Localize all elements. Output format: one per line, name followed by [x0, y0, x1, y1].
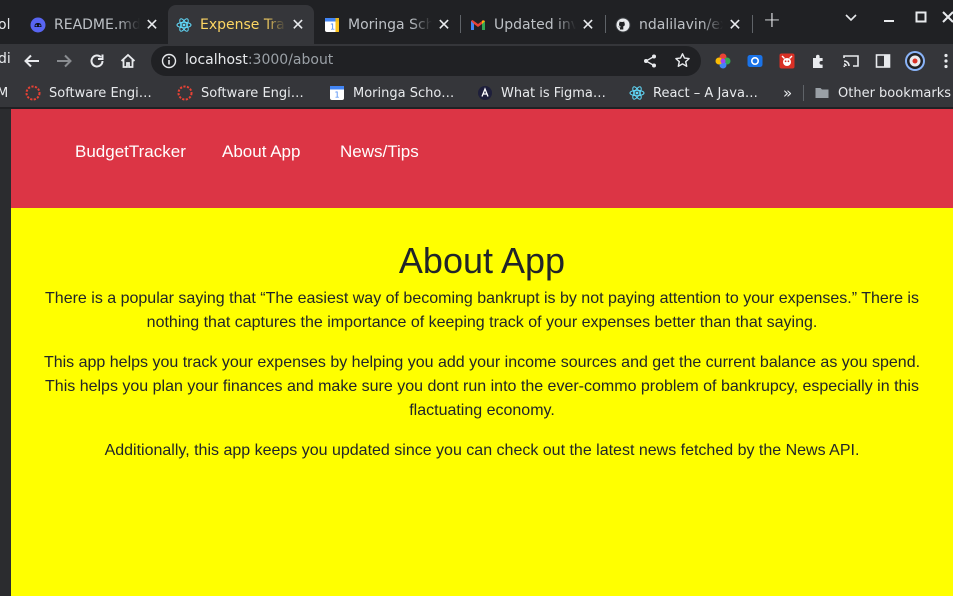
- maximize-window-icon[interactable]: [909, 10, 933, 28]
- other-bookmarks-folder[interactable]: Other bookmarks: [814, 84, 951, 102]
- side-panel-icon[interactable]: [874, 52, 892, 70]
- url-text[interactable]: localhost:3000/about: [185, 52, 333, 68]
- new-tab-button[interactable]: +: [760, 8, 784, 33]
- tab-moringa[interactable]: 1 Moringa School ✕: [316, 5, 460, 44]
- web-page: BudgetTracker About App News/Tips About …: [11, 109, 953, 596]
- calendar-icon: 1: [329, 85, 345, 101]
- bookmark-partial-left[interactable]: M: [0, 84, 8, 102]
- calendar-icon: 1: [324, 17, 340, 33]
- tab-title: ndalilavin/expense: [639, 16, 723, 33]
- tab-title: README.md: [54, 16, 140, 33]
- bookmark-label: What is Figma…: [501, 85, 606, 101]
- tab-title: Expense Tracker: [200, 16, 286, 33]
- home-icon[interactable]: [116, 49, 140, 73]
- close-tab-icon[interactable]: ✕: [144, 15, 160, 34]
- url-path: :3000/about: [247, 52, 334, 68]
- url-host: localhost: [185, 52, 248, 68]
- other-bookmarks-label: Other bookmarks: [838, 85, 952, 101]
- bookmark-star-icon[interactable]: [674, 52, 691, 73]
- nav-brand-link[interactable]: BudgetTracker: [75, 142, 186, 162]
- bookmarks-overflow-chevron[interactable]: »: [783, 84, 792, 102]
- cast-icon[interactable]: [842, 52, 860, 70]
- close-tab-icon[interactable]: ✕: [727, 15, 743, 34]
- tab-separator: [605, 15, 606, 33]
- bookmark-label: Software Engi…: [49, 85, 152, 101]
- github-icon: [615, 17, 631, 33]
- tab-title: Moringa School: [348, 16, 432, 33]
- bookmark-react[interactable]: React – A Java…: [629, 84, 758, 102]
- svg-text:1: 1: [330, 22, 335, 31]
- about-paragraph-3: Additionally, this app keeps you updated…: [104, 442, 860, 459]
- tab-separator: [752, 15, 753, 33]
- svg-text:1: 1: [335, 91, 340, 100]
- tab-partial-left[interactable]: ol: [0, 5, 12, 44]
- site-info-icon[interactable]: [161, 53, 177, 69]
- tab-title: Updated invite: [494, 16, 576, 33]
- tab-search-chevron-icon[interactable]: [839, 10, 863, 28]
- profile-avatar[interactable]: [904, 50, 926, 72]
- minimize-window-icon[interactable]: [877, 10, 901, 28]
- page-title: About App: [398, 240, 566, 281]
- tab-strip: ol README.md ✕ Expense Tracker ✕ 1 Morin…: [0, 0, 953, 44]
- react-icon: [629, 85, 645, 101]
- browser-menu-icon[interactable]: [939, 52, 953, 70]
- address-bar[interactable]: localhost:3000/about: [151, 46, 701, 76]
- close-window-icon[interactable]: [936, 10, 953, 28]
- bookmark-what-is-figma[interactable]: What is Figma…: [477, 84, 606, 102]
- back-arrow-icon[interactable]: [20, 49, 44, 73]
- gmail-icon: [470, 17, 486, 33]
- screen-capture-extension-icon[interactable]: [746, 52, 764, 70]
- bookmark-label: Software Engi…: [201, 85, 304, 101]
- bookmark-moringa-school[interactable]: 1 Moringa Scho…: [329, 84, 454, 102]
- about-paragraph-1: There is a popular saying that “The easi…: [45, 290, 919, 331]
- bookmark-software-engineering-2[interactable]: Software Engi…: [177, 84, 304, 102]
- tab-separator: [460, 15, 461, 33]
- moringa-icon: [25, 85, 41, 101]
- close-tab-icon[interactable]: ✕: [436, 15, 452, 34]
- bug-extension-icon[interactable]: [778, 52, 796, 70]
- figma-academy-icon: [477, 85, 493, 101]
- extensions-puzzle-icon[interactable]: [810, 52, 828, 70]
- browser-toolbar: di localhost:3000/about: [0, 44, 953, 78]
- bookmark-label: Moringa Scho…: [353, 85, 455, 101]
- folder-icon: [814, 85, 830, 101]
- about-section: About App There is a popular saying that…: [11, 208, 953, 479]
- nav-link-about[interactable]: About App: [222, 142, 300, 162]
- browser-window: ol README.md ✕ Expense Tracker ✕ 1 Morin…: [0, 0, 953, 596]
- partial-left-toolbar-text: di: [0, 51, 11, 67]
- tab-github-repo[interactable]: ndalilavin/expense ✕: [607, 5, 751, 44]
- close-tab-icon[interactable]: ✕: [580, 15, 596, 34]
- bookmarks-bar: M Software Engi… Software Engi… 1 Moring…: [0, 78, 953, 108]
- devtools-edge: [0, 109, 11, 596]
- color-picker-extension-icon[interactable]: [714, 52, 732, 70]
- share-icon[interactable]: [642, 53, 658, 73]
- github-icon: [30, 17, 46, 33]
- forward-arrow-icon[interactable]: [52, 49, 76, 73]
- tab-readme[interactable]: README.md ✕: [22, 5, 168, 44]
- bookmark-label: React – A Java…: [653, 85, 758, 101]
- navbar: BudgetTracker About App News/Tips: [11, 109, 953, 208]
- bookmark-software-engineering-1[interactable]: Software Engi…: [25, 84, 152, 102]
- bookmarks-divider: [803, 85, 804, 101]
- reload-icon[interactable]: [85, 49, 109, 73]
- moringa-icon: [177, 85, 193, 101]
- react-icon: [176, 17, 192, 33]
- close-tab-icon[interactable]: ✕: [290, 15, 306, 34]
- nav-link-news[interactable]: News/Tips: [340, 142, 419, 162]
- about-paragraph-2: This app helps you track your expenses b…: [43, 354, 921, 419]
- tab-expense-tracker[interactable]: Expense Tracker ✕: [168, 5, 314, 44]
- tab-gmail[interactable]: Updated invite ✕: [462, 5, 604, 44]
